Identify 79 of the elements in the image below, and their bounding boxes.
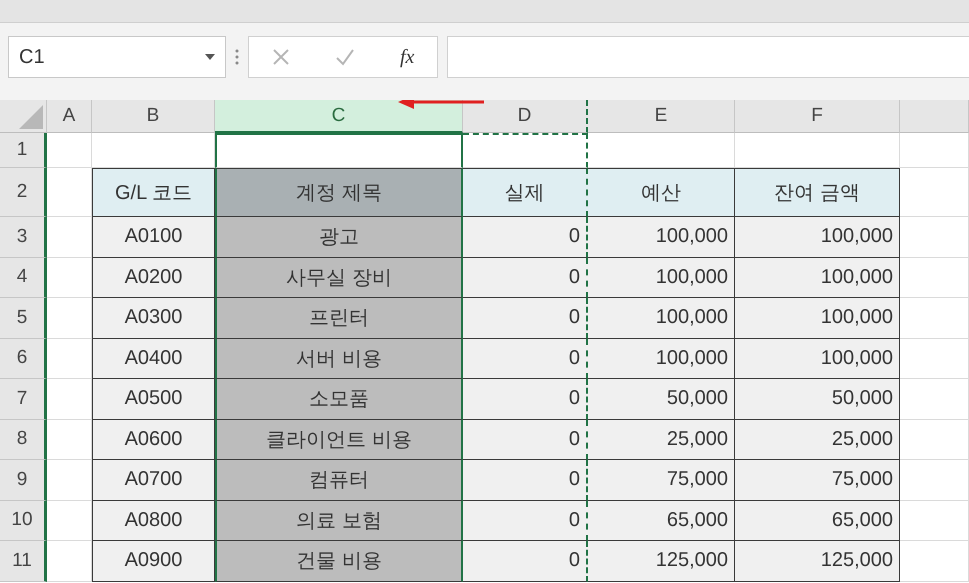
table-cell: 65,000 bbox=[588, 500, 735, 541]
row-header[interactable]: 2 bbox=[0, 168, 47, 217]
name-box-value: C1 bbox=[19, 46, 45, 68]
table-cell: 75,000 bbox=[735, 460, 900, 500]
table-cell: A0200 bbox=[92, 258, 215, 298]
table-cell: A0600 bbox=[92, 420, 215, 460]
column-header[interactable] bbox=[900, 100, 969, 133]
table-cell: 100,000 bbox=[735, 298, 900, 338]
table-cell: 125,000 bbox=[735, 541, 900, 582]
column-header[interactable]: A bbox=[47, 100, 92, 133]
table-cell: A0100 bbox=[92, 217, 215, 258]
table-cell: 0 bbox=[463, 217, 588, 258]
grip-icon bbox=[235, 49, 239, 65]
row-header[interactable]: 5 bbox=[0, 298, 47, 338]
header-cell: 예산 bbox=[588, 168, 735, 217]
table-cell: A0500 bbox=[92, 379, 215, 420]
table-cell: A0800 bbox=[92, 500, 215, 541]
table-cell: 0 bbox=[463, 298, 588, 338]
table-cell: 100,000 bbox=[588, 258, 735, 298]
header-cell: G/L 코드 bbox=[92, 168, 215, 217]
table-cell: 65,000 bbox=[735, 500, 900, 541]
table-cell: 100,000 bbox=[735, 338, 900, 379]
row-header[interactable]: 7 bbox=[0, 379, 47, 420]
table-cell: 0 bbox=[463, 420, 588, 460]
table-cell: 광고 bbox=[215, 217, 463, 258]
table-cell: 소모품 bbox=[215, 379, 463, 420]
table-cell: A0900 bbox=[92, 541, 215, 582]
column-header[interactable]: B bbox=[92, 100, 215, 133]
row-header[interactable]: 11 bbox=[0, 541, 47, 582]
cancel-icon[interactable] bbox=[272, 48, 290, 66]
select-all-triangle-icon[interactable] bbox=[19, 105, 43, 129]
table-cell: A0400 bbox=[92, 338, 215, 379]
table-cell: 컴퓨터 bbox=[215, 460, 463, 500]
header-cell: 잔여 금액 bbox=[735, 168, 900, 217]
row-header[interactable]: 8 bbox=[0, 420, 47, 460]
table-cell: 100,000 bbox=[735, 258, 900, 298]
column-header[interactable]: F bbox=[735, 100, 900, 133]
table-cell: A0700 bbox=[92, 460, 215, 500]
table-cell: 서버 비용 bbox=[215, 338, 463, 379]
table-cell: 50,000 bbox=[588, 379, 735, 420]
row-header[interactable]: 9 bbox=[0, 460, 47, 500]
table-cell: 25,000 bbox=[735, 420, 900, 460]
dropdown-caret-icon[interactable] bbox=[205, 54, 215, 60]
table-cell: 프린터 bbox=[215, 298, 463, 338]
table-cell: 0 bbox=[463, 338, 588, 379]
table-cell: 100,000 bbox=[588, 298, 735, 338]
column-header[interactable]: E bbox=[588, 100, 735, 133]
row-header[interactable]: 6 bbox=[0, 338, 47, 379]
column-header[interactable]: D bbox=[463, 100, 588, 133]
table-cell: 0 bbox=[463, 460, 588, 500]
table-cell: 25,000 bbox=[588, 420, 735, 460]
table-cell: 50,000 bbox=[735, 379, 900, 420]
table-cell: 100,000 bbox=[588, 217, 735, 258]
header-cell: 실제 bbox=[463, 168, 588, 217]
table-cell: 0 bbox=[463, 379, 588, 420]
row-header[interactable]: 3 bbox=[0, 217, 47, 258]
table-cell: 0 bbox=[463, 500, 588, 541]
table-cell: 건물 비용 bbox=[215, 541, 463, 582]
column-header[interactable]: C bbox=[215, 100, 463, 133]
table-cell: 0 bbox=[463, 258, 588, 298]
insert-function-button[interactable]: fx bbox=[400, 46, 414, 68]
select-all-button[interactable] bbox=[0, 100, 47, 133]
table-cell: 125,000 bbox=[588, 541, 735, 582]
row-header[interactable]: 1 bbox=[0, 133, 47, 168]
table-cell: 사무실 장비 bbox=[215, 258, 463, 298]
table-cell: 75,000 bbox=[588, 460, 735, 500]
table-cell: 의료 보험 bbox=[215, 500, 463, 541]
table-cell: 0 bbox=[463, 541, 588, 582]
header-cell: 계정 제목 bbox=[215, 168, 463, 217]
name-box[interactable]: C1 bbox=[8, 36, 226, 78]
table-cell: 100,000 bbox=[588, 338, 735, 379]
row-header[interactable]: 4 bbox=[0, 258, 47, 298]
empty-cell bbox=[900, 133, 969, 168]
table-cell: 100,000 bbox=[735, 217, 900, 258]
checkmark-icon[interactable] bbox=[334, 48, 355, 66]
table-cell: A0300 bbox=[92, 298, 215, 338]
table-cell: 클라이언트 비용 bbox=[215, 420, 463, 460]
formula-input[interactable] bbox=[447, 36, 969, 78]
row-header[interactable]: 10 bbox=[0, 500, 47, 541]
